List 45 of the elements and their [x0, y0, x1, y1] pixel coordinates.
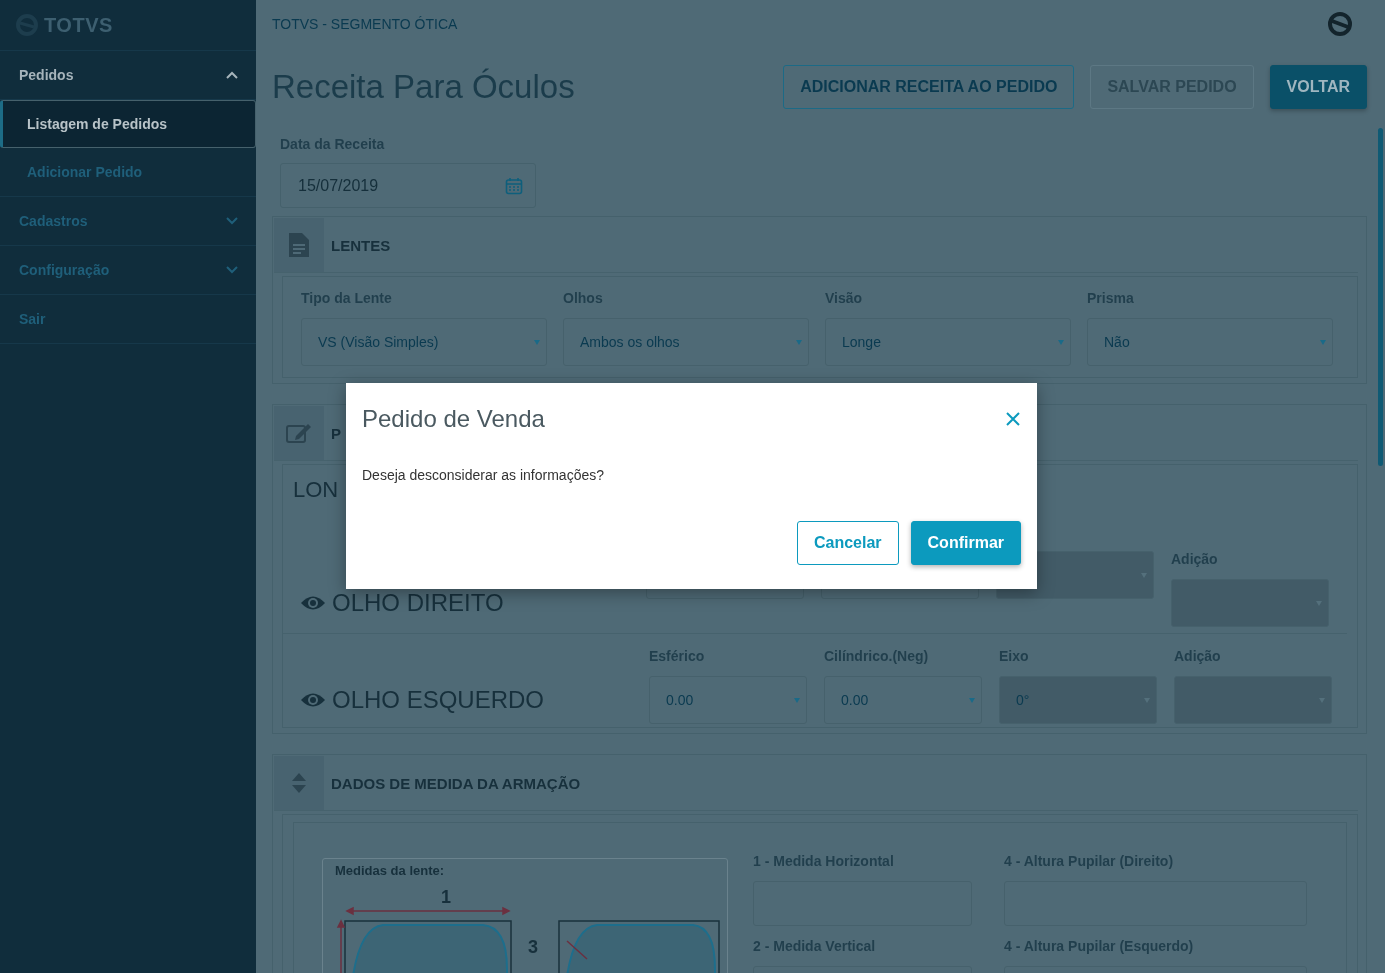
chevron-icon: [226, 217, 238, 225]
dialog-message: Deseja desconsiderar as informações?: [362, 467, 605, 483]
select-field[interactable]: VS (Visão Simples): [301, 318, 547, 366]
eye-label: OLHO ESQUERDO: [332, 686, 545, 714]
select-field[interactable]: Ambos os olhos: [563, 318, 809, 366]
caret-icon: [794, 697, 800, 703]
caret-icon: [796, 339, 802, 345]
select-field[interactable]: Não: [1087, 318, 1333, 366]
dialog-title: Pedido de Venda: [362, 405, 545, 433]
select-field[interactable]: 0.00: [649, 676, 807, 724]
select-field[interactable]: 0.00: [824, 676, 982, 724]
eye-icon: [300, 691, 326, 709]
sidebar-item[interactable]: Sair: [0, 295, 256, 344]
chevron-icon: [226, 71, 238, 79]
action-button[interactable]: ADICIONAR RECEITA AO PEDIDO: [783, 65, 1075, 109]
close-button[interactable]: [1005, 411, 1021, 427]
sort-icon: [291, 772, 307, 794]
calendar-icon[interactable]: [505, 176, 523, 195]
dialog-button[interactable]: Confirmar: [910, 521, 1021, 565]
caret-icon: [534, 339, 540, 345]
chevron-icon: [226, 266, 238, 274]
sidebar-item[interactable]: Cadastros: [0, 197, 256, 246]
subsection-title: LON: [293, 477, 339, 502]
logo-icon[interactable]: [1327, 11, 1353, 37]
section-title: DADOS DE MEDIDA DA ARMAÇÃO: [331, 774, 581, 792]
sidebar-item[interactable]: Configuração: [0, 246, 256, 295]
caret-icon: [1058, 339, 1064, 345]
eye-icon: [300, 594, 326, 612]
sidebar-subitem[interactable]: Adicionar Pedido: [0, 148, 256, 197]
section-title: LENTES: [331, 236, 391, 254]
scrollbar[interactable]: [1378, 128, 1383, 466]
lens-measurement-drawing: Medidas da lente: 1 3: [322, 858, 728, 973]
section-title: P: [331, 424, 341, 442]
edit-icon: [286, 422, 312, 444]
date-field[interactable]: 15/07/2019: [280, 163, 536, 208]
caret-icon: [969, 697, 975, 703]
action-button[interactable]: VOLTAR: [1269, 65, 1367, 109]
select-field[interactable]: Longe: [825, 318, 1071, 366]
sidebar-subitem[interactable]: Listagem de Pedidos: [0, 100, 256, 148]
dialog-button[interactable]: Cancelar: [796, 521, 899, 565]
caret-icon: [1320, 339, 1326, 345]
breadcrumb[interactable]: TOTVS - SEGMENTO ÓTICA: [272, 16, 458, 32]
close-icon: [1005, 411, 1021, 427]
eye-label: OLHO DIREITO: [332, 589, 504, 617]
document-icon: [288, 232, 310, 258]
